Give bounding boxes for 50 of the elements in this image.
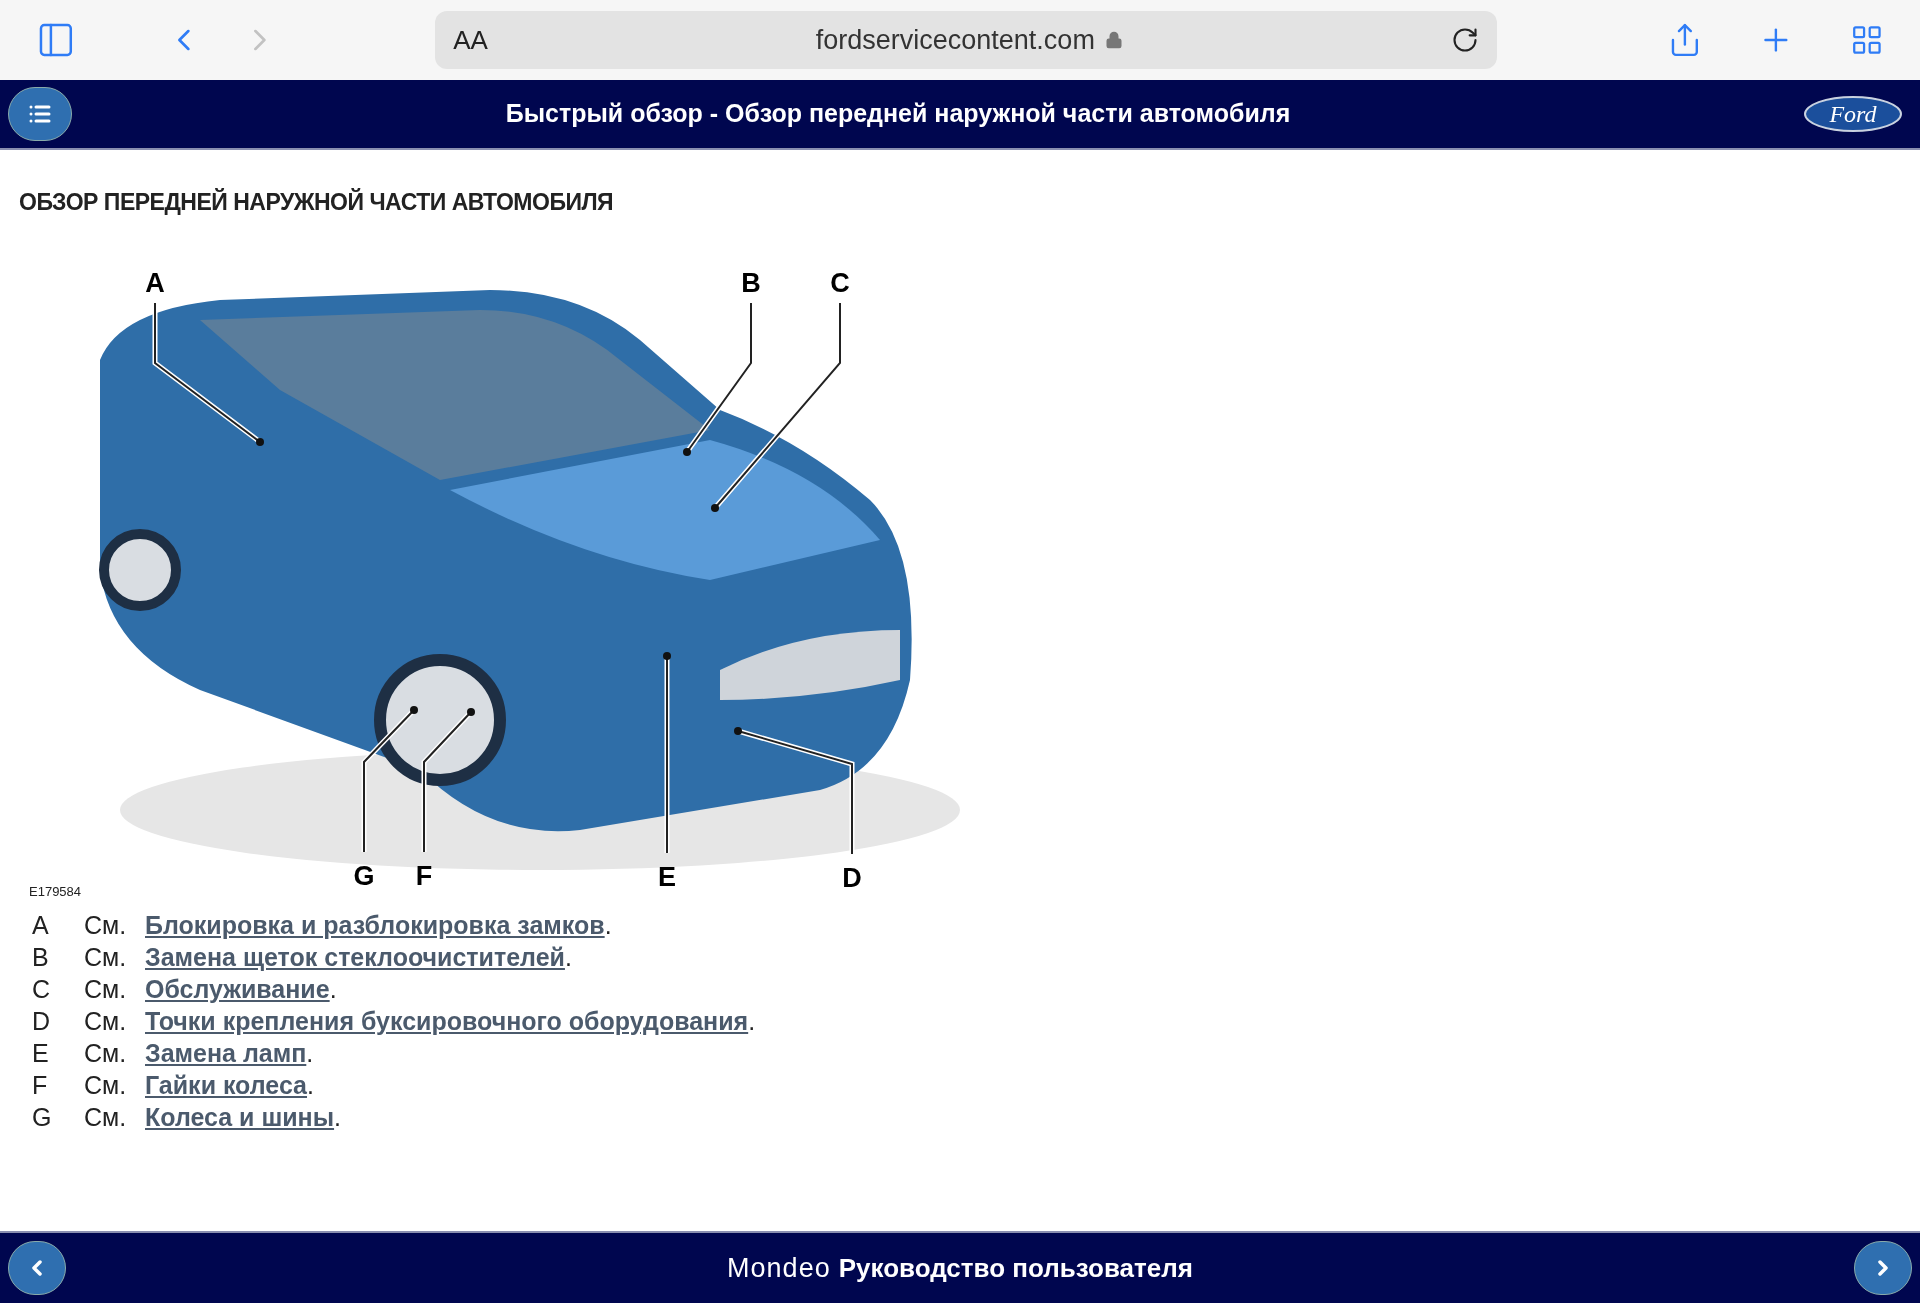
legend-letter: F (32, 1070, 49, 1101)
lock-icon (1104, 31, 1123, 49)
legend-link[interactable]: Гайки колеса (145, 1070, 307, 1101)
callout-letter: B (741, 269, 761, 297)
callout-letter: F (415, 862, 433, 890)
url-text: fordservicecontent.com (815, 23, 1095, 57)
menu-button[interactable] (8, 87, 72, 141)
see-label: См. (84, 942, 128, 973)
see-label: См. (84, 1070, 128, 1101)
see-label: См. (84, 974, 128, 1005)
legend-letter: D (32, 1006, 52, 1037)
address-bar[interactable]: AA fordservicecontent.com (435, 11, 1497, 69)
legend-link[interactable]: Точки крепления буксировочного оборудования (145, 1006, 749, 1037)
see-label: См. (84, 910, 128, 941)
legend-link[interactable]: Блокировка и разблокировка замков (145, 910, 605, 941)
callout-letter: A (145, 269, 165, 297)
period: . (307, 1070, 314, 1101)
callout-letter: D (842, 864, 862, 892)
ford-logo: Ford (1804, 96, 1902, 132)
footer-title: Руководство пользователя (838, 1251, 1193, 1285)
legend-letter: E (32, 1038, 50, 1069)
legend-link[interactable]: Замена щеток стеклоочистителей (145, 942, 565, 973)
legend-letter: B (32, 942, 50, 973)
legend-letter: C (32, 974, 52, 1005)
period: . (329, 974, 337, 1005)
text-size-button[interactable]: AA (453, 20, 488, 60)
legend-link[interactable]: Замена ламп (145, 1038, 307, 1069)
see-label: См. (84, 1038, 128, 1069)
period: . (748, 1006, 756, 1037)
next-button[interactable] (1854, 1241, 1912, 1295)
see-label: См. (84, 1006, 128, 1037)
legend-letter: G (32, 1102, 53, 1133)
period: . (334, 1102, 341, 1133)
page-title: Быстрый обзор - Обзор передней наружной части автомобиля (505, 98, 1291, 130)
callout-letter: E (658, 863, 676, 891)
previous-button[interactable] (8, 1241, 66, 1295)
model-name: Mondeo (727, 1251, 831, 1285)
callout-letter: C (830, 269, 850, 297)
reload-icon[interactable] (1450, 26, 1479, 54)
legend-letter: A (32, 910, 50, 941)
section-heading: ОБЗОР ПЕРЕДНЕЙ НАРУЖНОЙ ЧАСТИ АВТОМОБИЛЯ (19, 187, 614, 217)
figure-code: E179584 (29, 883, 82, 901)
period: . (564, 942, 572, 973)
callout-letter: G (353, 862, 375, 890)
legend-link[interactable]: Колеса и шины (145, 1102, 335, 1133)
period: . (306, 1038, 314, 1069)
period: . (604, 910, 612, 941)
legend-link[interactable]: Обслуживание (145, 974, 330, 1005)
see-label: См. (84, 1102, 128, 1133)
tabs-icon[interactable] (1850, 23, 1884, 57)
